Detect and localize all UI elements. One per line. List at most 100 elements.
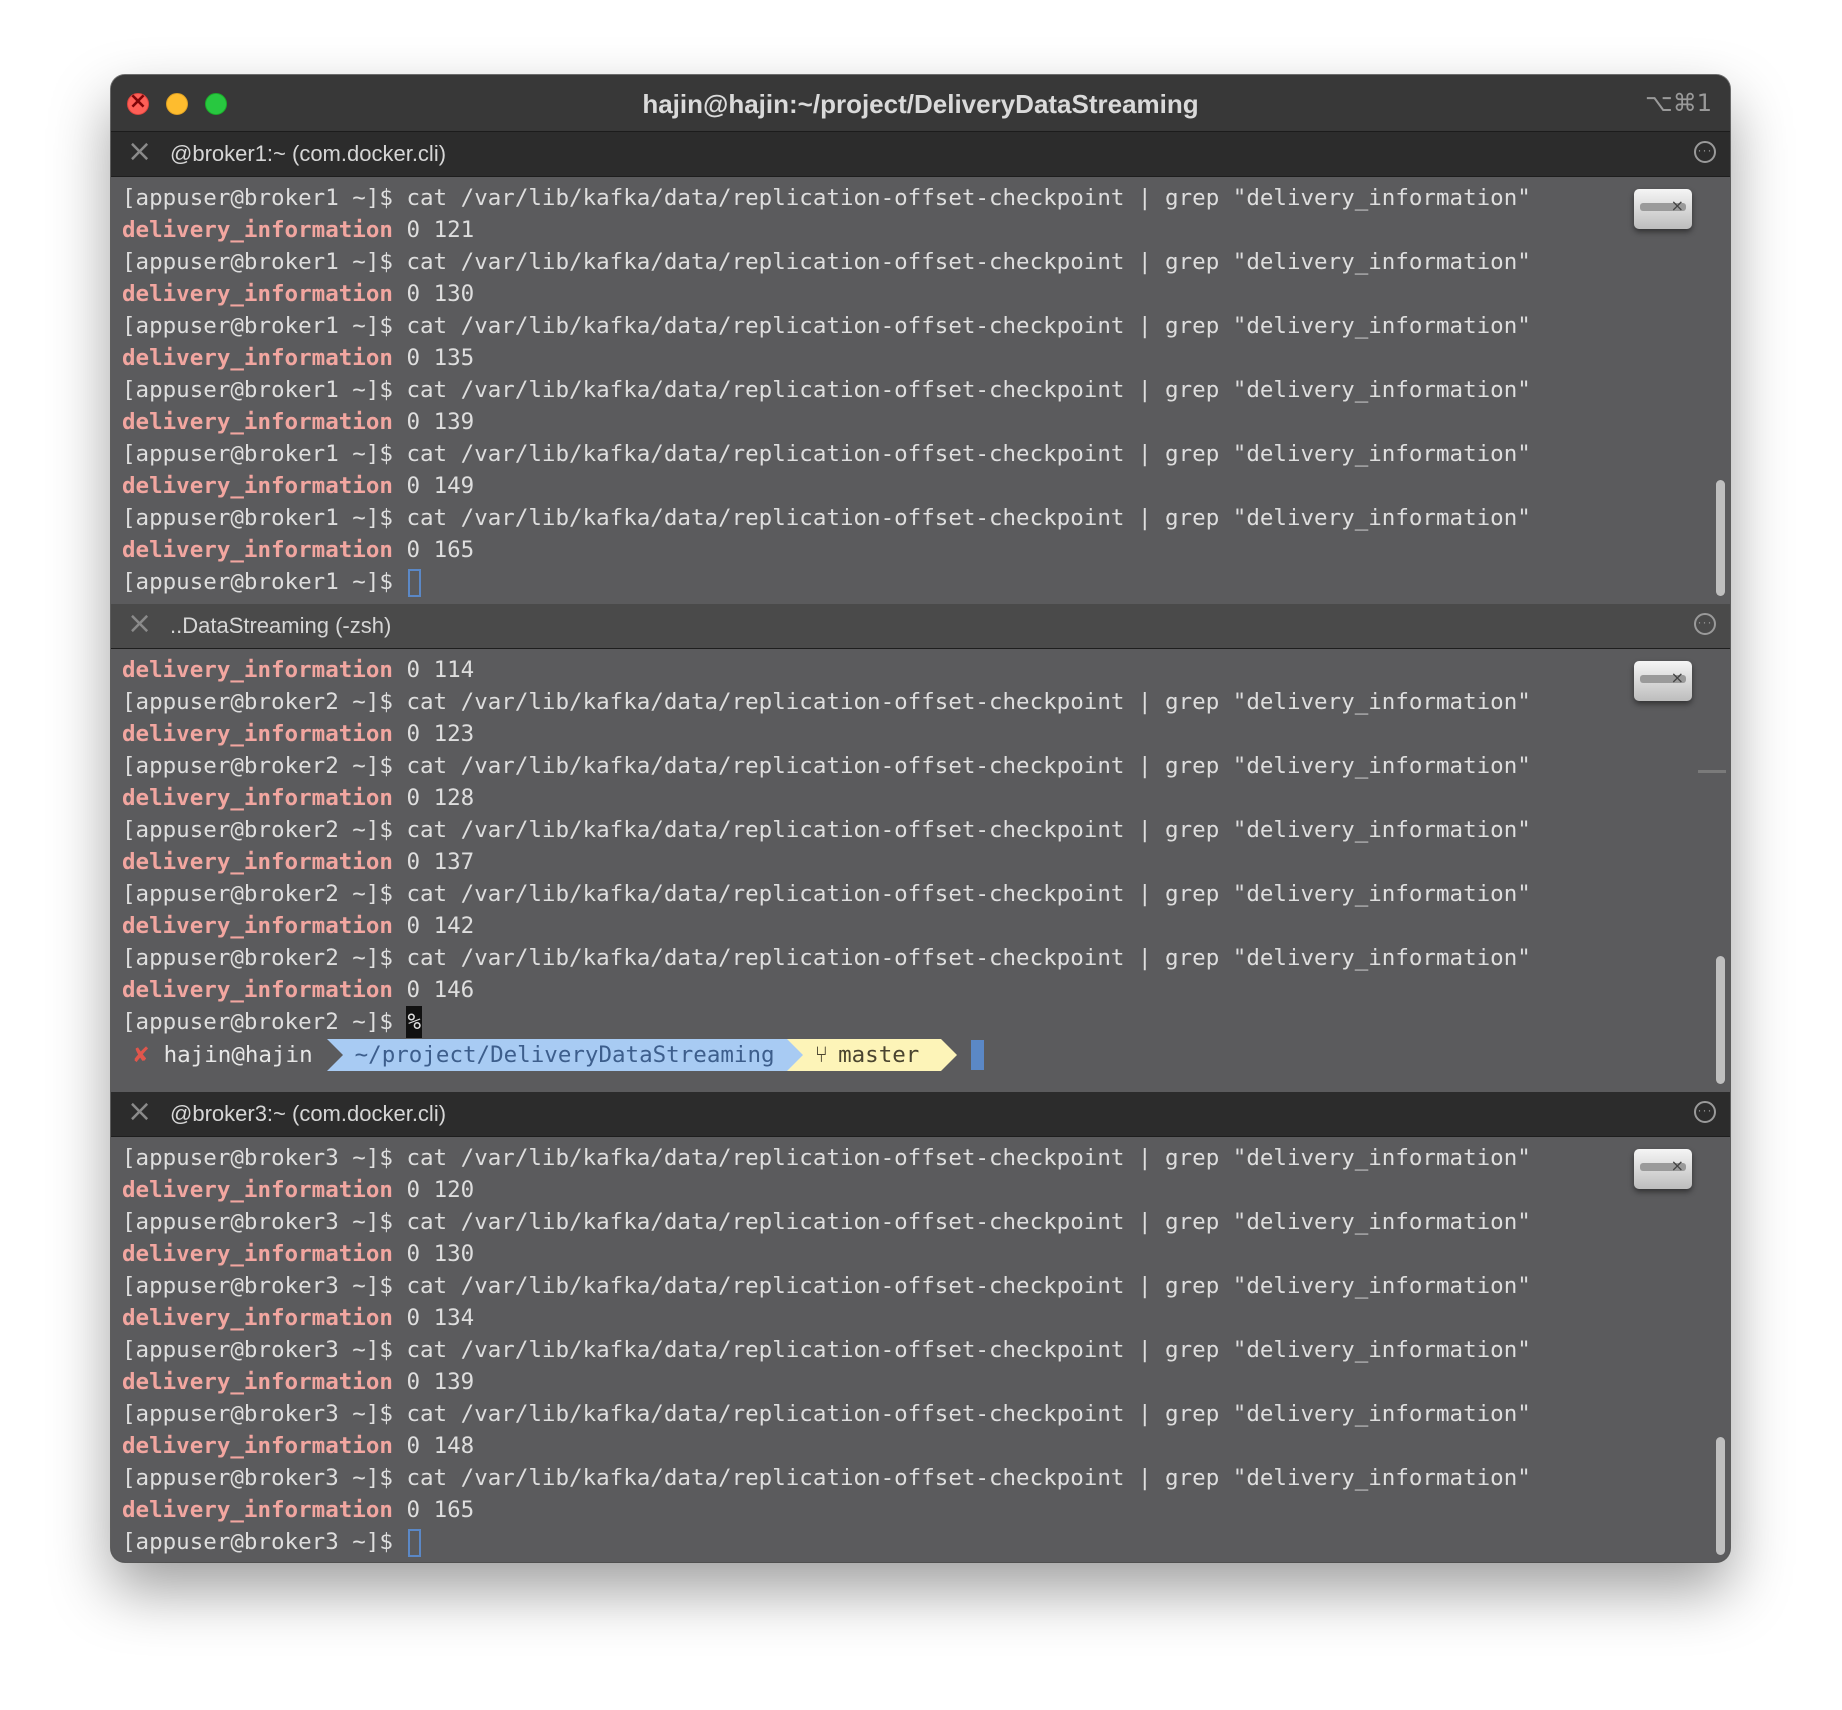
pane-header[interactable]: × ..DataStreaming (-zsh) ···	[111, 604, 1730, 649]
offset-value: 0 128	[392, 785, 475, 811]
text-cursor	[408, 568, 422, 597]
pane-zsh[interactable]: × ..DataStreaming (-zsh) ··· delivery_in…	[111, 604, 1730, 1093]
offset-value: 0 137	[392, 849, 475, 875]
topic-name: delivery_information	[122, 913, 393, 939]
prompt-line: [appuser@broker1 ~]$	[122, 566, 1531, 598]
offset-value: 0 130	[392, 1241, 475, 1267]
topic-name: delivery_information	[122, 721, 393, 747]
output-line: delivery_information 0 142	[122, 910, 1531, 942]
offset-value: 0 130	[392, 281, 475, 307]
git-branch-name: master	[838, 1042, 920, 1068]
topic-name: delivery_information	[122, 1241, 393, 1267]
command-line: [appuser@broker1 ~]$ cat /var/lib/kafka/…	[122, 249, 1531, 275]
command-line: [appuser@broker2 ~]$ cat /var/lib/kafka/…	[122, 945, 1531, 971]
offset-value: 0 121	[392, 217, 475, 243]
offset-value: 0 146	[392, 977, 475, 1003]
topic-name: delivery_information	[122, 345, 393, 371]
topic-name: delivery_information	[122, 217, 393, 243]
docker-container-icon	[1634, 1149, 1692, 1189]
command-line: [appuser@broker3 ~]$ cat /var/lib/kafka/…	[122, 1401, 1531, 1427]
command-line: [appuser@broker2 ~]$ cat /var/lib/kafka/…	[122, 753, 1531, 779]
output-line: delivery_information 0 149	[122, 470, 1531, 502]
topic-name: delivery_information	[122, 281, 393, 307]
scroll-thumb[interactable]	[1716, 956, 1725, 1084]
close-icon[interactable]: ×	[127, 137, 152, 167]
shell-prompt: [appuser@broker2 ~]$	[122, 1009, 407, 1035]
topic-name: delivery_information	[122, 409, 393, 435]
pane-header[interactable]: × @broker3:~ (com.docker.cli) ···	[111, 1092, 1730, 1137]
git-branch-icon: ⑂	[814, 1042, 829, 1068]
more-options-icon[interactable]: ···	[1694, 1101, 1716, 1123]
output-line: delivery_information 0 148	[122, 1430, 1531, 1462]
close-icon[interactable]: ×	[127, 1097, 152, 1127]
output-line: delivery_information 0 139	[122, 1366, 1531, 1398]
scroll-thumb[interactable]	[1716, 1437, 1725, 1555]
output-line: delivery_information 0 165	[122, 1494, 1531, 1526]
scrollbar[interactable]	[1714, 1137, 1726, 1562]
topic-name: delivery_information	[122, 657, 393, 683]
offset-value: 0 114	[392, 657, 475, 683]
command-line: [appuser@broker3 ~]$ cat /var/lib/kafka/…	[122, 1465, 1531, 1491]
output-line: delivery_information 0 120	[122, 1174, 1531, 1206]
offset-value: 0 134	[392, 1305, 475, 1331]
topic-name: delivery_information	[122, 1433, 393, 1459]
output-line: delivery_information 0 121	[122, 214, 1531, 246]
more-options-icon[interactable]: ···	[1694, 613, 1716, 635]
command-line: [appuser@broker2 ~]$ cat /var/lib/kafka/…	[122, 881, 1531, 907]
output-line: delivery_information 0 135	[122, 342, 1531, 374]
command-line: [appuser@broker1 ~]$ cat /var/lib/kafka/…	[122, 313, 1531, 339]
pane-broker3[interactable]: × @broker3:~ (com.docker.cli) ··· [appus…	[111, 1092, 1730, 1562]
text-cursor	[971, 1040, 985, 1070]
output-line: delivery_information 0 146	[122, 974, 1531, 1006]
terminal-output[interactable]: delivery_information 0 114 [appuser@broke…	[111, 649, 1730, 1093]
offset-value: 0 148	[392, 1433, 475, 1459]
shell-prompt: [appuser@broker1 ~]$	[122, 569, 407, 595]
output-line: delivery_information 0 114	[122, 654, 1531, 686]
offset-value: 0 142	[392, 913, 475, 939]
terminal-output[interactable]: [appuser@broker1 ~]$ cat /var/lib/kafka/…	[111, 177, 1730, 604]
command-line: [appuser@broker1 ~]$ cat /var/lib/kafka/…	[122, 185, 1531, 211]
terminal-window: hajin@hajin:~/project/DeliveryDataStream…	[111, 75, 1730, 1562]
topic-name: delivery_information	[122, 1177, 393, 1203]
offset-value: 0 149	[392, 473, 475, 499]
pane-title: ..DataStreaming (-zsh)	[170, 613, 392, 638]
pane-title: @broker3:~ (com.docker.cli)	[170, 1101, 447, 1126]
text-cursor	[408, 1528, 422, 1557]
offset-value: 0 165	[392, 1497, 475, 1523]
offset-value: 0 135	[392, 345, 475, 371]
command-line: [appuser@broker3 ~]$ cat /var/lib/kafka/…	[122, 1273, 1531, 1299]
scrollbar[interactable]	[1698, 649, 1726, 1093]
prompt-line: [appuser@broker3 ~]$	[122, 1526, 1531, 1558]
topic-name: delivery_information	[122, 1305, 393, 1331]
topic-name: delivery_information	[122, 977, 393, 1003]
git-branch-segment: ⑂ master	[786, 1039, 958, 1071]
topic-name: delivery_information	[122, 1497, 393, 1523]
shell-prompt: [appuser@broker3 ~]$	[122, 1529, 407, 1555]
terminal-lines: [appuser@broker3 ~]$ cat /var/lib/kafka/…	[122, 1142, 1531, 1558]
window-shortcut: ⌥⌘1	[1645, 89, 1712, 117]
pane-header[interactable]: × @broker1:~ (com.docker.cli) ···	[111, 132, 1730, 177]
command-line: [appuser@broker3 ~]$ cat /var/lib/kafka/…	[122, 1209, 1531, 1235]
prompt-line: [appuser@broker2 ~]$ %	[122, 1006, 1531, 1038]
offset-value: 0 139	[392, 1369, 475, 1395]
output-line: delivery_information 0 139	[122, 406, 1531, 438]
output-line: delivery_information 0 123	[122, 718, 1531, 750]
scrollbar[interactable]	[1714, 177, 1726, 604]
topic-name: delivery_information	[122, 785, 393, 811]
output-line: delivery_information 0 134	[122, 1302, 1531, 1334]
offset-value: 0 139	[392, 409, 475, 435]
error-status-icon: ✘	[132, 1043, 150, 1067]
command-line: [appuser@broker2 ~]$ cat /var/lib/kafka/…	[122, 817, 1531, 843]
command-line: [appuser@broker2 ~]$ cat /var/lib/kafka/…	[122, 689, 1531, 715]
terminal-output[interactable]: [appuser@broker3 ~]$ cat /var/lib/kafka/…	[111, 1137, 1730, 1562]
more-options-icon[interactable]: ···	[1694, 141, 1716, 163]
command-line: [appuser@broker3 ~]$ cat /var/lib/kafka/…	[122, 1145, 1531, 1171]
offset-value: 0 123	[392, 721, 475, 747]
terminal-lines: [appuser@broker1 ~]$ cat /var/lib/kafka/…	[122, 182, 1531, 598]
eol-marker: %	[406, 1006, 423, 1038]
topic-name: delivery_information	[122, 537, 393, 563]
close-icon[interactable]: ×	[127, 609, 152, 639]
pane-broker1[interactable]: × @broker1:~ (com.docker.cli) ··· [appus…	[111, 132, 1730, 604]
scroll-marker	[1698, 770, 1726, 773]
scroll-thumb[interactable]	[1716, 480, 1725, 596]
